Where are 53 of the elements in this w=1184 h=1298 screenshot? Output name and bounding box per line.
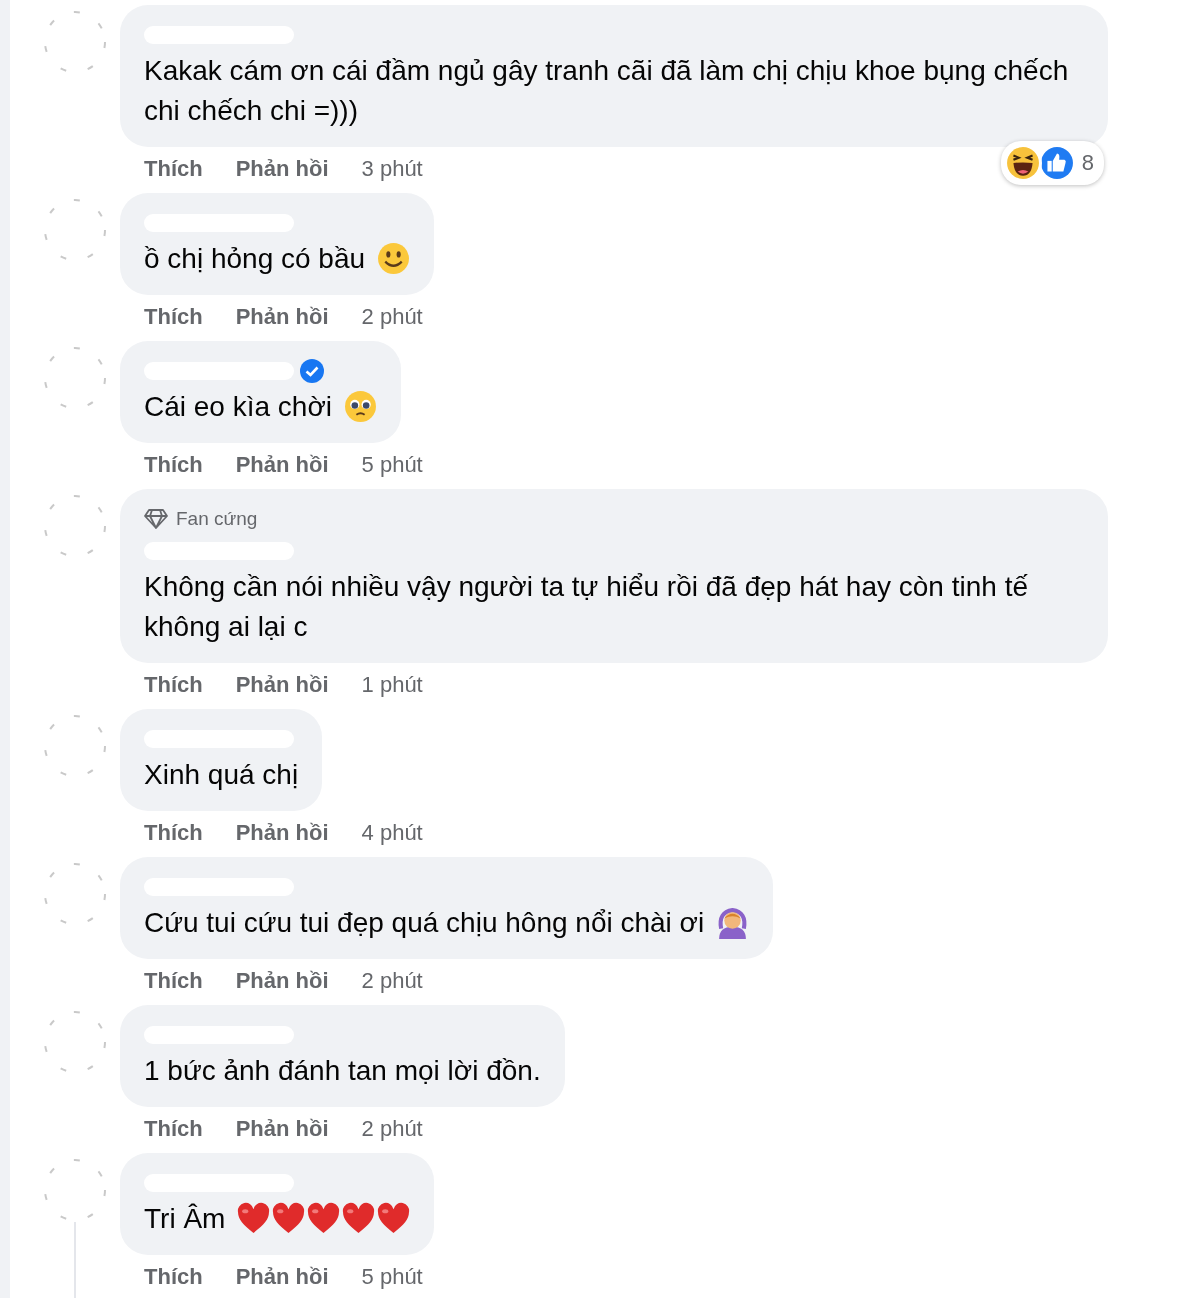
- avatar: [43, 10, 107, 74]
- reply-button[interactable]: Phản hồi: [235, 156, 329, 182]
- avatar: [43, 1010, 107, 1074]
- reaction-count: 8: [1081, 150, 1094, 176]
- comment-time[interactable]: 5 phút: [361, 452, 423, 478]
- like-button[interactable]: Thích: [144, 304, 203, 330]
- heart-icon: [237, 1202, 271, 1235]
- pleading-face-icon: [343, 390, 377, 423]
- comment-time[interactable]: 1 phút: [361, 672, 423, 698]
- comment-time[interactable]: 3 phút: [361, 156, 423, 182]
- comment-time[interactable]: 2 phút: [361, 968, 423, 994]
- comment-time[interactable]: 5 phút: [361, 1264, 423, 1290]
- comment-time[interactable]: 4 phút: [361, 820, 423, 846]
- avatar: [43, 198, 107, 262]
- comment-text: Xinh quá chị: [144, 759, 299, 790]
- comment-time[interactable]: 2 phút: [361, 1116, 423, 1142]
- like-button[interactable]: Thích: [144, 156, 203, 182]
- comment-time[interactable]: 2 phút: [361, 304, 423, 330]
- comment-text: Không cần nói nhiều vậy người ta tự hiểu rồi đã đẹp hát hay còn tinh tế không ai lại c: [144, 571, 1028, 642]
- fan-label: Fan cứng: [176, 508, 258, 530]
- comment-text: Tri Âm: [144, 1203, 226, 1234]
- reaction-summary[interactable]: 8: [1000, 141, 1104, 185]
- comment-text: ồ chị hỏng có bầu: [144, 243, 366, 274]
- comment-text: 1 bức ảnh đánh tan mọi lời đồn.: [144, 1055, 541, 1086]
- reply-button[interactable]: Phản hồi: [235, 1116, 329, 1142]
- avatar: [43, 494, 107, 558]
- heart-icon: [307, 1202, 341, 1235]
- comment-text: Cái eo kìa chời: [144, 391, 332, 422]
- like-button[interactable]: Thích: [144, 1264, 203, 1290]
- avatar: [43, 714, 107, 778]
- heart-icon: [342, 1202, 376, 1235]
- smiley-icon: [376, 242, 410, 275]
- reply-button[interactable]: Phản hồi: [235, 968, 329, 994]
- comment-text: Cứu tui cứu tui đẹp quá chịu hông nổi chài ơi: [144, 907, 705, 938]
- like-button[interactable]: Thích: [144, 968, 203, 994]
- reply-button[interactable]: Phản hồi: [235, 304, 329, 330]
- like-button[interactable]: Thích: [144, 672, 203, 698]
- like-button[interactable]: Thích: [144, 820, 203, 846]
- comment-text: Kakak cám ơn cái đầm ngủ gây tranh cãi đã làm chị chịu khoe bụng chếch chi chếch chi =))): [144, 55, 1069, 126]
- person-gesture-icon: [716, 906, 749, 939]
- avatar: [43, 1158, 107, 1222]
- reply-button[interactable]: Phản hồi: [235, 820, 329, 846]
- avatar: [43, 346, 107, 410]
- like-button[interactable]: Thích: [144, 1116, 203, 1142]
- heart-icon: [272, 1202, 306, 1235]
- avatar: [43, 862, 107, 926]
- diamond-icon: [144, 509, 168, 529]
- verified-badge-icon: [300, 359, 324, 383]
- heart-icon: [377, 1202, 411, 1235]
- reply-button[interactable]: Phản hồi: [235, 1264, 329, 1290]
- reply-button[interactable]: Phản hồi: [235, 452, 329, 478]
- reply-button[interactable]: Phản hồi: [235, 672, 329, 698]
- like-button[interactable]: Thích: [144, 452, 203, 478]
